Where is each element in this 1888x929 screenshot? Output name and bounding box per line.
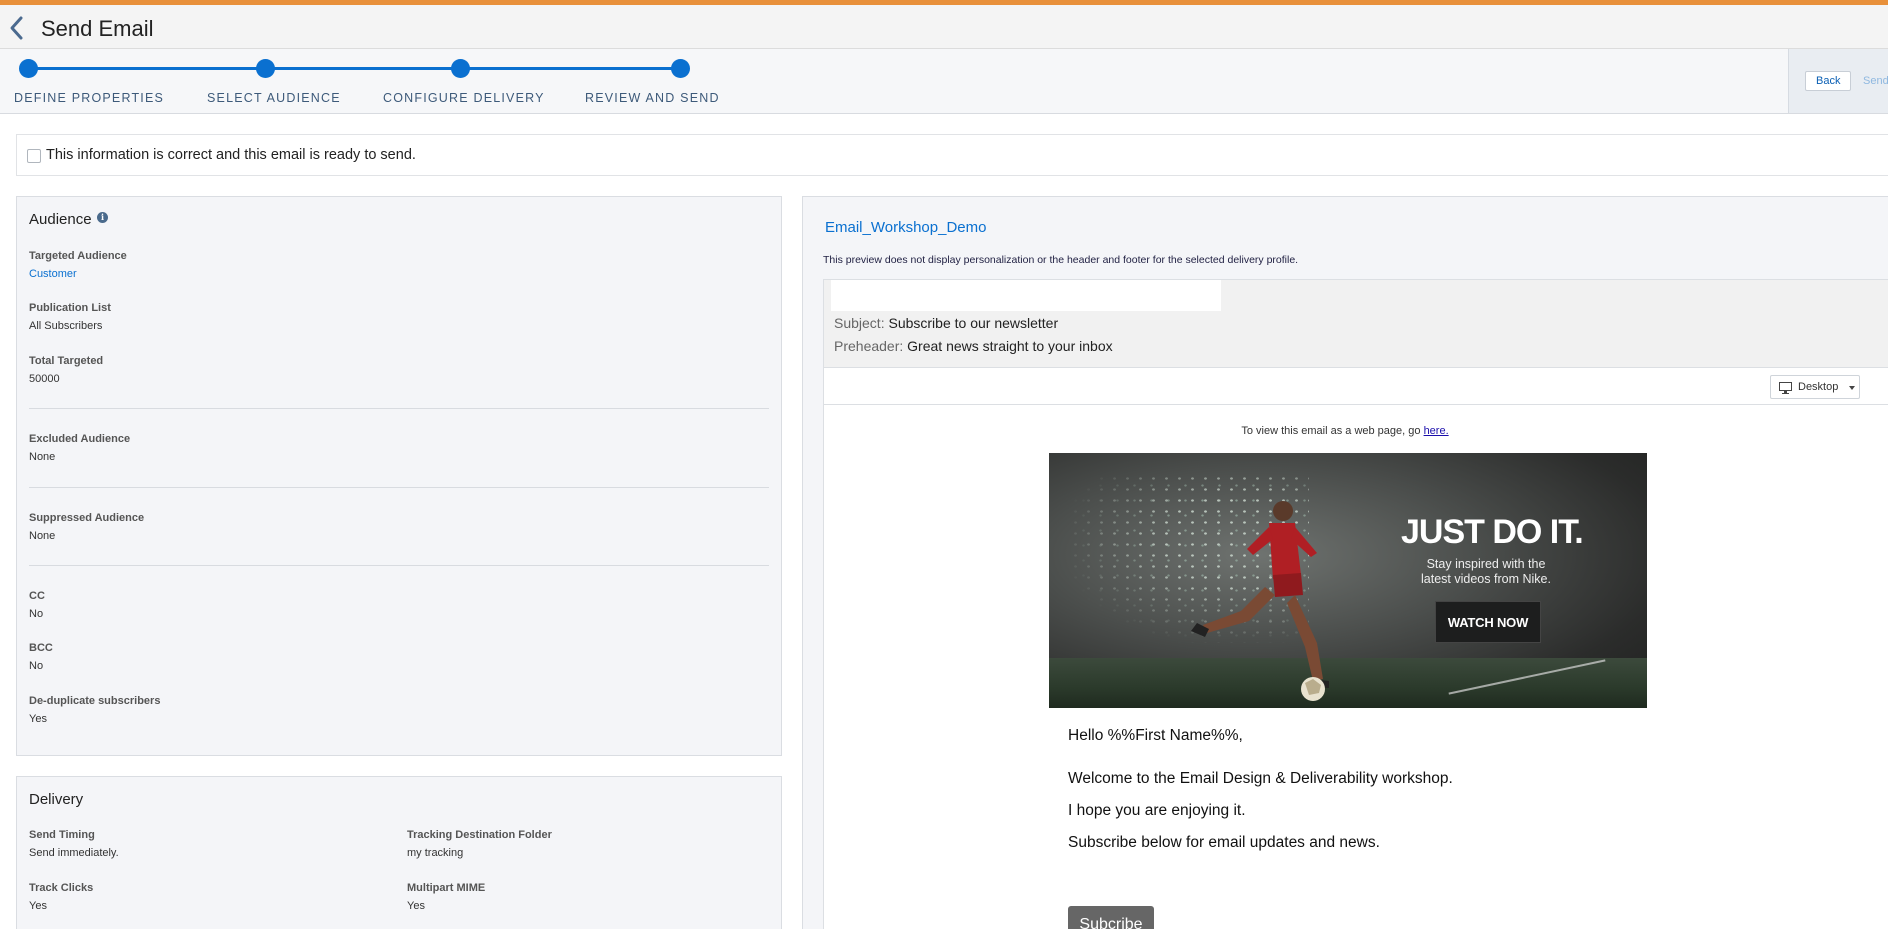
email-body: To view this email as a web page, go her… [824, 405, 1888, 929]
monitor-icon [1779, 382, 1792, 394]
step-define-properties[interactable]: DEFINE PROPERTIES [14, 58, 163, 105]
delivery-panel: Delivery Send Timing Send immediately. T… [16, 776, 782, 929]
total-targeted-label: Total Targeted [29, 355, 104, 367]
preheader-value: Great news straight to your inbox [907, 338, 1113, 354]
multipart-mime-label: Multipart MIME [407, 882, 486, 894]
hero-headline: JUST DO IT. [1401, 513, 1584, 551]
step-select-audience[interactable]: SELECT AUDIENCE [206, 58, 340, 105]
soccer-player-illustration [1191, 501, 1329, 701]
step-dot [256, 59, 275, 78]
body-line: Subscribe below for email updates and ne… [1068, 834, 1380, 851]
email-frame: Subject: Subscribe to our newsletter Pre… [823, 279, 1888, 929]
targeted-audience-link[interactable]: Customer [29, 268, 77, 280]
from-field [831, 280, 1221, 311]
page-title: Send Email [41, 16, 154, 41]
divider [29, 408, 769, 409]
hero-banner[interactable]: JUST DO IT. Stay inspired with the lates… [1049, 453, 1647, 708]
total-targeted-value: 50000 [29, 373, 60, 385]
info-icon[interactable]: i [97, 212, 108, 223]
publication-list-value: All Subscribers [29, 320, 103, 332]
dedupe-label: De-duplicate subscribers [29, 695, 161, 707]
audience-title: Audience [29, 211, 92, 228]
caret-down-icon [1849, 386, 1855, 390]
preview-note: This preview does not display personaliz… [823, 254, 1299, 266]
suppressed-audience-value: None [29, 530, 56, 542]
step-label: REVIEW AND SEND [585, 91, 720, 105]
hero-subtext: Stay inspired with the latest videos fro… [1421, 557, 1551, 586]
bcc-value: No [29, 660, 44, 672]
email-preview-panel: Email_Workshop_Demo This preview does no… [802, 196, 1888, 929]
step-label: SELECT AUDIENCE [207, 91, 341, 105]
tracking-folder-label: Tracking Destination Folder [407, 829, 552, 841]
send-timing-value: Send immediately. [29, 847, 119, 859]
targeted-audience-label: Targeted Audience [29, 250, 127, 262]
excluded-audience-label: Excluded Audience [29, 433, 131, 445]
preheader-line: Preheader: Great news straight to your i… [834, 338, 1113, 354]
suppressed-audience-label: Suppressed Audience [29, 512, 145, 524]
back-button[interactable]: Back [1805, 71, 1852, 91]
email-name-link[interactable]: Email_Workshop_Demo [825, 219, 986, 236]
step-review-and-send[interactable]: REVIEW AND SEND [585, 58, 718, 105]
cc-value: No [29, 608, 44, 620]
body-line: Welcome to the Email Design & Deliverabi… [1068, 770, 1453, 787]
send-button[interactable]: Send [1863, 71, 1888, 91]
title-bar: Send Email [0, 5, 1888, 49]
send-timing-label: Send Timing [29, 829, 95, 841]
progress-stepper: DEFINE PROPERTIES SELECT AUDIENCE CONFIG… [0, 49, 1888, 114]
dedupe-value: Yes [29, 713, 47, 725]
greeting-text: Hello %%First Name%%, [1068, 727, 1243, 744]
preheader-key: Preheader: [834, 338, 904, 354]
audience-panel: Audience i Targeted Audience Customer Pu… [16, 196, 782, 756]
web-version-text: To view this email as a web page, go [1241, 425, 1421, 437]
web-version-link[interactable]: here. [1424, 425, 1449, 437]
action-bar: Back Send [1788, 49, 1888, 113]
delivery-title: Delivery [29, 791, 84, 808]
subject-value: Subscribe to our newsletter [888, 315, 1059, 331]
tracking-folder-value: my tracking [407, 847, 464, 859]
confirmation-row: This information is correct and this ema… [16, 134, 1888, 176]
step-dot [671, 59, 690, 78]
multipart-mime-value: Yes [407, 900, 425, 912]
subject-key: Subject: [834, 315, 885, 331]
ready-to-send-checkbox[interactable] [27, 149, 41, 163]
device-select[interactable]: Desktop [1770, 375, 1860, 399]
step-label: DEFINE PROPERTIES [14, 91, 165, 105]
step-configure-delivery[interactable]: CONFIGURE DELIVERY [383, 58, 543, 105]
step-label: CONFIGURE DELIVERY [383, 91, 545, 105]
device-label: Desktop [1798, 381, 1839, 393]
track-clicks-value: Yes [29, 900, 47, 912]
step-dot [451, 59, 470, 78]
watch-now-button[interactable]: WATCH NOW [1435, 601, 1541, 643]
cc-label: CC [29, 590, 45, 602]
subscribe-button[interactable]: Subcribe [1068, 906, 1154, 929]
body-line: I hope you are enjoying it. [1068, 802, 1246, 819]
stepper-line [24, 67, 682, 70]
chevron-left-icon[interactable] [6, 14, 28, 42]
bcc-label: BCC [29, 642, 53, 654]
publication-list-label: Publication List [29, 302, 111, 314]
pitch-ground [1049, 658, 1647, 708]
excluded-audience-value: None [29, 451, 56, 463]
confirmation-label: This information is correct and this ema… [46, 147, 416, 163]
track-clicks-label: Track Clicks [29, 882, 94, 894]
step-dot [19, 59, 38, 78]
preview-toolbar: Desktop [824, 368, 1888, 405]
email-header: Subject: Subscribe to our newsletter Pre… [824, 280, 1888, 368]
divider [29, 487, 769, 488]
divider [29, 565, 769, 566]
web-version-line: To view this email as a web page, go her… [824, 425, 1866, 437]
subject-line: Subject: Subscribe to our newsletter [834, 315, 1058, 331]
